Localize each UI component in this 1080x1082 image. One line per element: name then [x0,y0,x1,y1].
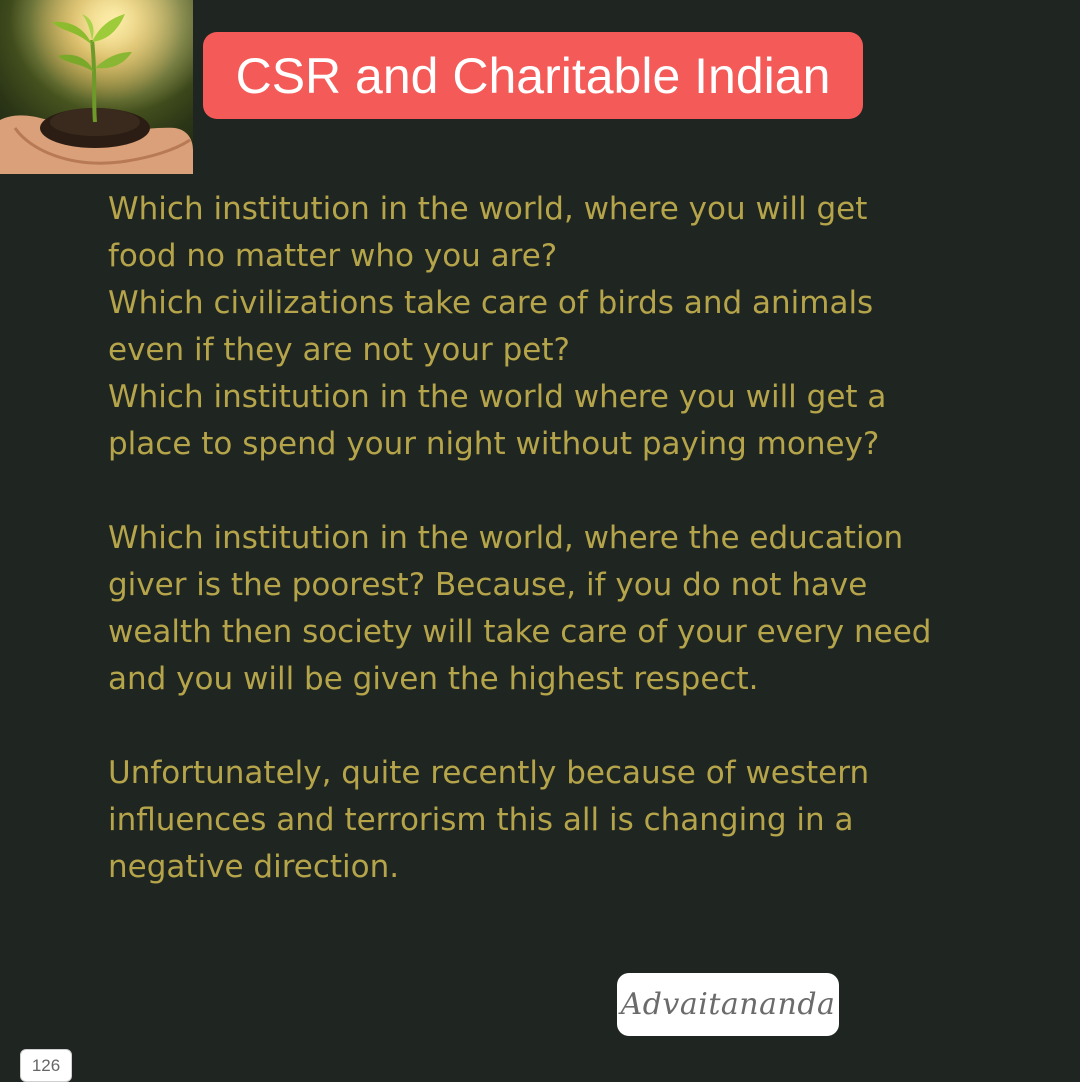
seedling-in-hands-image [0,0,193,174]
text-line: Which institution in the world, where th… [108,520,904,556]
page-title: CSR and Charitable Indian [235,47,831,104]
text-line: place to spend your night without paying… [108,426,880,462]
text-line: giver is the poorest? Because, if you do… [108,567,868,603]
paragraph-2: Which institution in the world, where th… [108,515,1008,703]
title-banner: CSR and Charitable Indian [203,32,863,119]
body-text: Which institution in the world, where yo… [108,186,1008,891]
text-line: influences and terrorism this all is cha… [108,802,854,838]
text-line: Which institution in the world, where yo… [108,191,868,227]
signature-badge: Advaitananda [617,973,839,1036]
page-number-badge: 126 [20,1049,72,1082]
text-line: wealth then society will take care of yo… [108,614,932,650]
text-line: Which institution in the world where you… [108,379,887,415]
text-line: and you will be given the highest respec… [108,661,759,697]
text-line: Which civilizations take care of birds a… [108,285,874,321]
text-line: negative direction. [108,849,400,885]
text-line: Unfortunately, quite recently because of… [108,755,870,791]
author-signature: Advaitananda [620,987,836,1022]
page-number: 126 [31,1055,61,1075]
paragraph-1: Which institution in the world, where yo… [108,186,1008,468]
text-line: even if they are not your pet? [108,332,570,368]
text-line: food no matter who you are? [108,238,558,274]
paragraph-3: Unfortunately, quite recently because of… [108,750,1008,891]
